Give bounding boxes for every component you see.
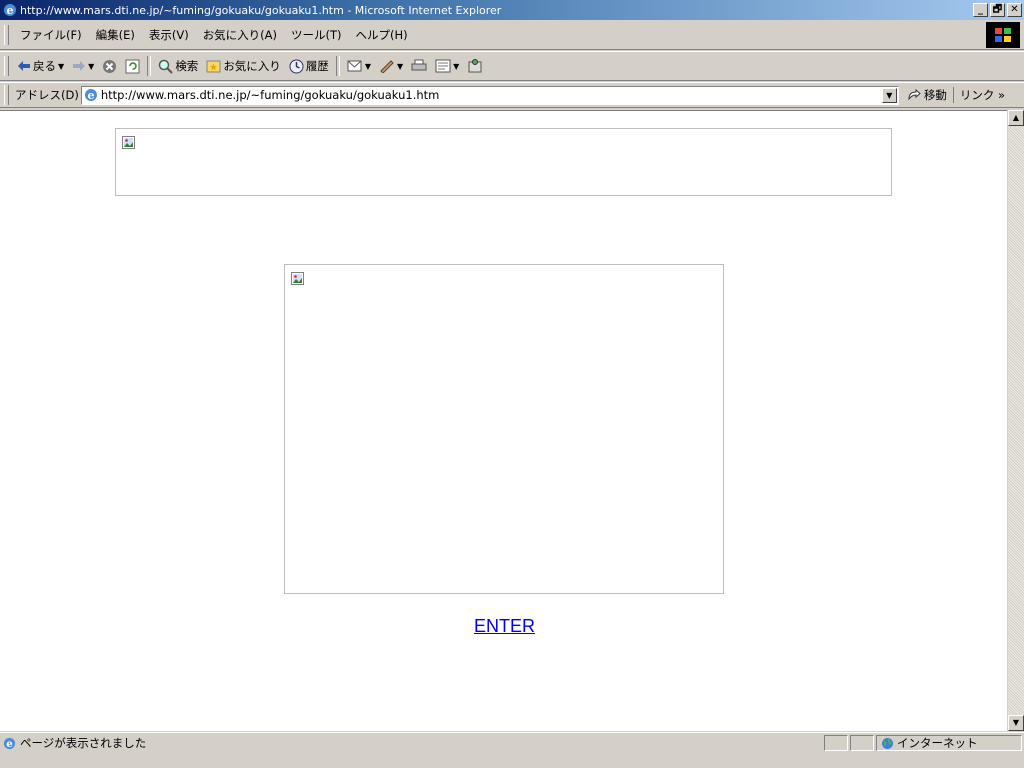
history-label: 履歴 [305, 59, 329, 73]
menu-grip [4, 24, 9, 45]
toolbar-grip [4, 56, 9, 76]
go-button[interactable]: 移動 [907, 87, 947, 103]
back-dropdown-icon[interactable]: ▼ [58, 62, 64, 71]
history-icon [289, 59, 304, 73]
title-bar: e http://www.mars.dti.ne.jp/~fuming/goku… [0, 0, 1024, 20]
discuss-icon [435, 59, 451, 73]
windows-logo-icon [986, 21, 1020, 48]
menu-tools[interactable]: ツール(T) [284, 27, 349, 43]
address-grip [4, 85, 9, 105]
search-button[interactable]: 検索 [154, 58, 202, 74]
mail-dropdown-icon[interactable]: ▼ [365, 62, 371, 71]
edit-icon [380, 60, 394, 73]
enter-link[interactable]: ENTER [474, 616, 535, 637]
status-bar: e ページが表示されました インターネット [0, 732, 1024, 753]
menu-view[interactable]: 表示(V) [142, 27, 196, 43]
search-label: 検索 [175, 59, 199, 73]
stop-icon [103, 59, 117, 73]
menu-bar: ファイル(F) 編集(E) 表示(V) お気に入り(A) ツール(T) ヘルプ(… [0, 20, 1024, 50]
security-zone: インターネット [876, 735, 1022, 751]
print-button[interactable] [407, 59, 431, 73]
mail-icon [347, 60, 362, 72]
edit-dropdown-icon[interactable]: ▼ [397, 62, 403, 71]
vertical-scrollbar[interactable]: ▲ ▼ [1007, 110, 1024, 731]
broken-image-icon [122, 136, 135, 149]
zone-label: インターネット [897, 736, 978, 750]
scroll-up-button[interactable]: ▲ [1008, 110, 1024, 126]
page-content: ENTER [0, 110, 1007, 731]
window-frame-bottom [0, 753, 1024, 768]
svg-text:e: e [6, 738, 13, 750]
window-title: http://www.mars.dti.ne.jp/~fuming/gokuak… [20, 3, 502, 17]
close-button[interactable]: ✕ [1007, 3, 1022, 17]
refresh-icon [125, 59, 140, 73]
messenger-icon [468, 59, 482, 73]
favorites-icon [206, 60, 221, 73]
address-bar: アドレス(D) e http://www.mars.dti.ne.jp/~fum… [0, 82, 1024, 108]
status-panel [850, 735, 874, 751]
svg-text:e: e [87, 89, 94, 102]
discuss-button[interactable]: ▼ [431, 59, 463, 73]
toolbar-separator [335, 56, 340, 76]
menu-favorites[interactable]: お気に入り(A) [196, 27, 284, 43]
back-icon [18, 61, 30, 71]
back-button[interactable]: 戻る ▼ [13, 58, 68, 74]
globe-icon [882, 737, 893, 749]
edit-button[interactable]: ▼ [375, 59, 407, 73]
address-label: アドレス(D) [15, 88, 79, 102]
ie-icon: e [4, 4, 16, 17]
status-text: ページが表示されました [20, 736, 147, 750]
mail-button[interactable]: ▼ [343, 59, 375, 73]
address-url: http://www.mars.dti.ne.jp/~fuming/gokuak… [100, 88, 440, 102]
address-input[interactable]: e http://www.mars.dti.ne.jp/~fuming/goku… [80, 85, 899, 105]
forward-dropdown-icon[interactable]: ▼ [88, 62, 94, 71]
main-image-placeholder [284, 264, 724, 594]
address-dropdown-button[interactable]: ▼ [881, 87, 897, 103]
messenger-button[interactable] [463, 58, 487, 74]
forward-button[interactable]: ▼ [68, 60, 98, 72]
forward-icon [73, 61, 86, 71]
ie-icon: e [84, 89, 97, 102]
broken-image-icon [291, 272, 304, 285]
toolbar-separator [147, 56, 152, 76]
svg-text:e: e [7, 4, 14, 17]
ie-icon: e [3, 737, 16, 750]
print-icon [411, 59, 427, 71]
go-icon [908, 89, 921, 101]
favorites-button[interactable]: お気に入り [202, 58, 285, 74]
history-button[interactable]: 履歴 [285, 58, 333, 74]
discuss-dropdown-icon[interactable]: ▼ [453, 62, 459, 71]
minimize-button[interactable]: _ [973, 3, 988, 17]
search-icon [159, 59, 174, 74]
back-label: 戻る [33, 59, 56, 73]
maximize-button[interactable]: 🗗 [990, 3, 1005, 17]
refresh-button[interactable] [121, 59, 144, 74]
banner-image-placeholder [115, 128, 892, 196]
menu-help[interactable]: ヘルプ(H) [349, 27, 415, 43]
standard-toolbar: 戻る ▼ ▼ 検索 お気に入り 履歴 ▼ ▼ ▼ [0, 51, 1024, 81]
favorites-label: お気に入り [223, 59, 281, 73]
go-label: 移動 [923, 88, 947, 102]
links-button[interactable]: リンク » [952, 87, 1005, 103]
status-panel [824, 735, 848, 751]
menu-edit[interactable]: 編集(E) [89, 27, 142, 43]
scroll-down-button[interactable]: ▼ [1008, 715, 1024, 731]
stop-button[interactable] [98, 59, 121, 74]
menu-file[interactable]: ファイル(F) [13, 27, 89, 43]
